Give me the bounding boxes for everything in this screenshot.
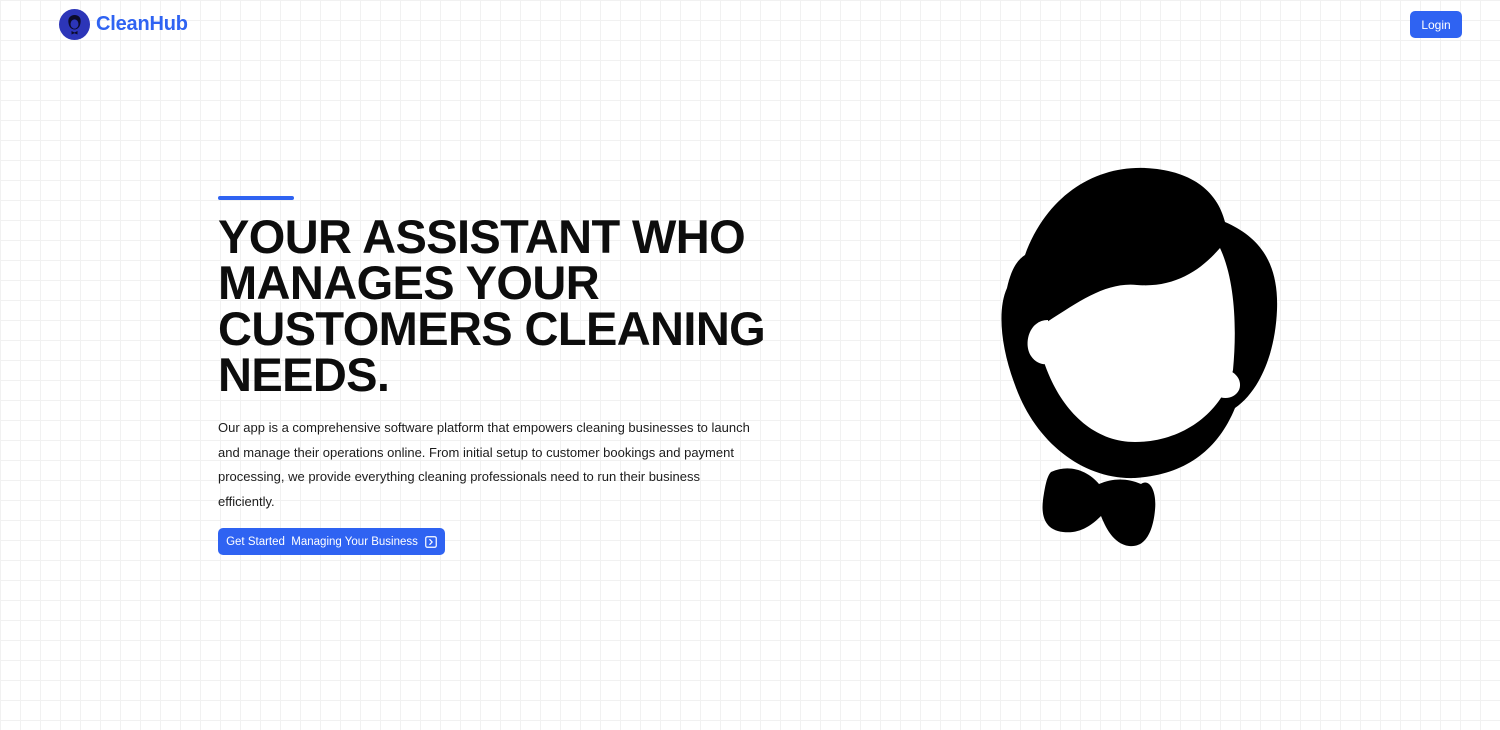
hero-title: YOUR ASSISTANT WHO MANAGES YOUR CUSTOMER… [218, 210, 766, 401]
get-started-button[interactable]: Get Started Managing Your Business [218, 528, 445, 555]
hero-accent-rule [218, 196, 294, 200]
login-button[interactable]: Login [1410, 11, 1462, 38]
navbar: CleanHub Login [0, 0, 1500, 50]
brand-link[interactable]: CleanHub [59, 9, 188, 40]
get-started-label: Get Started Managing Your Business [226, 535, 418, 548]
brand-name: CleanHub [96, 13, 188, 35]
butler-logo-icon [59, 9, 90, 40]
arrow-square-right-icon [425, 535, 437, 548]
butler-silhouette-icon [995, 160, 1285, 555]
hero-description: Our app is a comprehensive software plat… [218, 420, 750, 509]
